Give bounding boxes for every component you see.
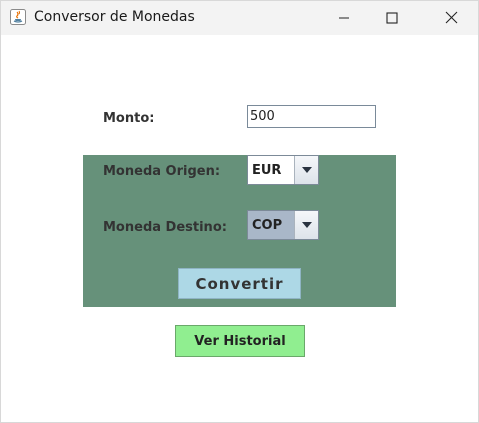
title-bar[interactable]: Conversor de Monedas xyxy=(1,1,478,35)
java-app-icon xyxy=(10,9,26,25)
destination-currency-value: COP xyxy=(252,218,283,233)
view-history-button[interactable]: Ver Historial xyxy=(175,325,305,357)
origin-currency-value: EUR xyxy=(252,163,282,178)
destination-currency-select[interactable]: COP xyxy=(247,210,319,240)
maximize-button[interactable] xyxy=(369,1,415,35)
destination-currency-label: Moneda Destino: xyxy=(103,220,227,235)
minimize-button[interactable] xyxy=(321,1,367,35)
maximize-icon xyxy=(386,9,398,28)
dropdown-arrow-icon[interactable] xyxy=(294,156,318,184)
amount-label: Monto: xyxy=(103,111,155,126)
minimize-icon xyxy=(338,9,350,28)
window-title: Conversor de Monedas xyxy=(34,9,195,25)
dropdown-arrow-icon[interactable] xyxy=(294,211,318,239)
origin-currency-label: Moneda Origen: xyxy=(103,164,221,179)
origin-currency-select[interactable]: EUR xyxy=(247,155,319,185)
convert-button[interactable]: Convertir xyxy=(178,268,301,299)
close-icon xyxy=(445,9,458,28)
app-window: Conversor de Monedas Monto: 500 Moneda O… xyxy=(0,0,479,423)
amount-input[interactable]: 500 xyxy=(247,105,376,128)
close-button[interactable] xyxy=(428,1,474,35)
